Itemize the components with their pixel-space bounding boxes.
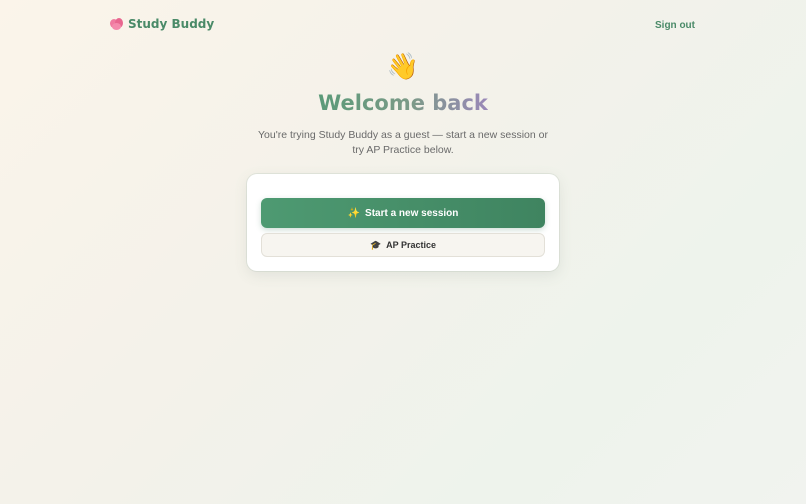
top-bar: Study Buddy Sign out: [0, 0, 806, 52]
brand-logo-link[interactable]: Study Buddy: [110, 17, 214, 31]
ap-practice-button[interactable]: 🎓 AP Practice: [261, 233, 545, 257]
brand-name: Study Buddy: [128, 17, 215, 31]
ap-practice-label: AP Practice: [386, 240, 437, 250]
sparkles-icon: ✨: [347, 207, 361, 219]
brain-icon: [110, 18, 123, 30]
sign-out-link[interactable]: Sign out: [655, 20, 695, 31]
start-new-session-button[interactable]: ✨ Start a new session: [261, 198, 545, 228]
page-title: Welcome back: [318, 91, 488, 115]
guest-subtitle: You're trying Study Buddy as a guest — s…: [258, 129, 548, 156]
graduation-cap-icon: 🎓: [369, 239, 382, 250]
actions-card: ✨ Start a new session 🎓 AP Practice: [247, 174, 559, 271]
waving-hand-icon: 👋: [386, 52, 420, 82]
start-new-session-label: Start a new session: [365, 207, 459, 219]
welcome-hero: 👋 Welcome back You're trying Study Buddy…: [0, 50, 806, 158]
